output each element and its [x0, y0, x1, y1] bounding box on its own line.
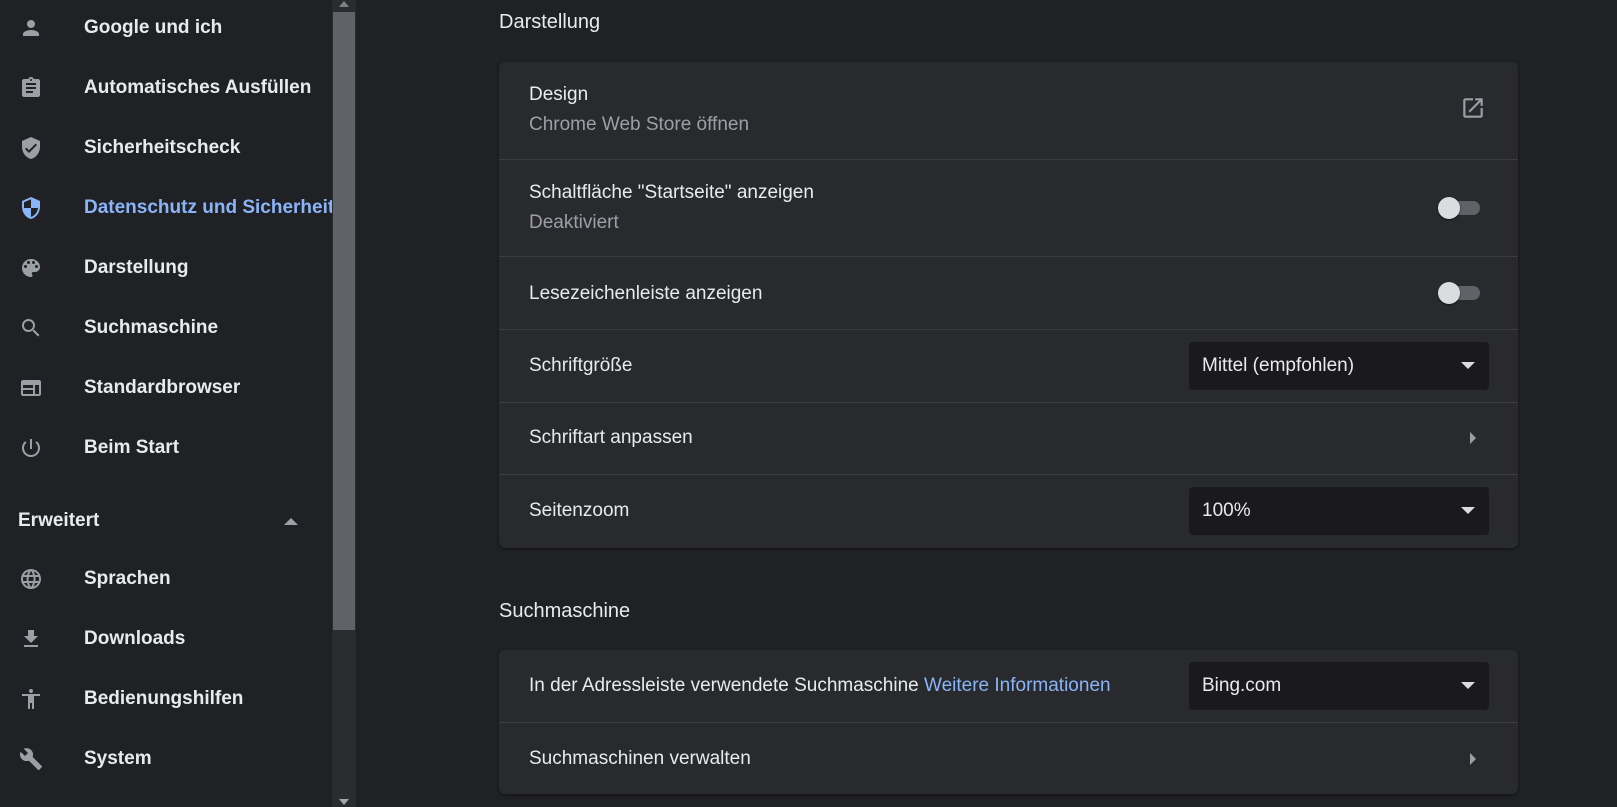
design-title: Design — [529, 84, 589, 105]
search-icon — [19, 316, 43, 340]
shield-half-icon — [19, 196, 43, 220]
sidebar-item-label: Bedienungshilfen — [84, 688, 244, 709]
sidebar-item-label: Downloads — [84, 628, 186, 649]
appearance-card: Design Chrome Web Store öffnen Schaltflä… — [499, 62, 1518, 548]
sidebar-item-on-startup[interactable]: Beim Start — [0, 426, 332, 470]
font-size-value: Mittel (empfohlen) — [1202, 355, 1355, 376]
search-engine-value: Bing.com — [1202, 675, 1282, 696]
home-button-title: Schaltfläche "Startseite" anzeigen — [529, 182, 814, 203]
page-zoom-value: 100% — [1202, 500, 1251, 521]
download-icon — [19, 627, 43, 651]
globe-icon — [19, 567, 43, 591]
home-button-row: Schaltfläche "Startseite" anzeigen Deakt… — [499, 159, 1518, 256]
accessibility-icon — [19, 687, 43, 711]
sidebar-item-label: Google und ich — [84, 17, 223, 38]
person-icon — [19, 16, 43, 40]
scroll-up-arrow-icon[interactable] — [339, 1, 349, 7]
sidebar-item-label: Sicherheitscheck — [84, 137, 241, 158]
section-title-appearance: Darstellung — [499, 11, 601, 33]
sidebar-item-safety-check[interactable]: Sicherheitscheck — [0, 126, 332, 170]
page-zoom-select[interactable]: 100% — [1189, 487, 1489, 535]
sidebar-item-privacy-security[interactable]: Datenschutz und Sicherheit — [0, 186, 335, 230]
scroll-down-arrow-icon[interactable] — [339, 799, 349, 805]
address-bar-engine-label: In der Adressleiste verwendete Suchmasch… — [529, 675, 919, 696]
manage-search-engines-row[interactable]: Suchmaschinen verwalten — [499, 722, 1518, 794]
section-title-search-engine: Suchmaschine — [499, 600, 631, 622]
palette-icon — [19, 256, 43, 280]
sidebar: Google und ich Automatisches Ausfüllen S… — [0, 0, 335, 807]
font-size-select[interactable]: Mittel (empfohlen) — [1189, 342, 1489, 390]
wrench-icon — [19, 747, 43, 771]
sidebar-item-system[interactable]: System — [0, 737, 332, 781]
page-zoom-title: Seitenzoom — [529, 500, 630, 521]
bookmarks-bar-row: Lesezeichenleiste anzeigen — [499, 256, 1518, 329]
search-engine-card: In der Adressleiste verwendete Suchmasch… — [499, 650, 1518, 794]
scrollbar-thumb[interactable] — [333, 12, 355, 630]
sidebar-item-autofill[interactable]: Automatisches Ausfüllen — [0, 66, 332, 110]
chevron-right-icon — [1470, 753, 1476, 765]
address-bar-engine-title: In der Adressleiste verwendete Suchmasch… — [529, 675, 1111, 697]
sidebar-item-label: Sprachen — [84, 568, 171, 589]
sidebar-item-downloads[interactable]: Downloads — [0, 617, 332, 661]
sidebar-item-label: Beim Start — [84, 437, 180, 458]
sidebar-item-appearance[interactable]: Darstellung — [0, 246, 332, 290]
font-size-title: Schriftgröße — [529, 355, 633, 376]
sidebar-item-label: Darstellung — [84, 257, 189, 278]
sidebar-item-languages[interactable]: Sprachen — [0, 557, 332, 601]
sidebar-scrollbar[interactable] — [332, 0, 356, 807]
shield-check-icon — [19, 136, 43, 160]
toggle-knob — [1438, 197, 1460, 219]
home-button-toggle[interactable] — [1438, 189, 1484, 225]
open-in-new-icon[interactable] — [1460, 95, 1486, 121]
search-engine-select[interactable]: Bing.com — [1189, 662, 1489, 710]
sidebar-item-label: Suchmaschine — [84, 317, 219, 338]
advanced-section-toggle[interactable]: Erweitert — [0, 498, 332, 542]
design-subtitle: Chrome Web Store öffnen — [529, 114, 750, 135]
power-icon — [19, 436, 43, 460]
browser-window-icon — [19, 376, 43, 400]
home-button-status: Deaktiviert — [529, 212, 619, 233]
sidebar-item-accessibility[interactable]: Bedienungshilfen — [0, 677, 332, 721]
dropdown-arrow-icon — [1461, 362, 1475, 369]
customize-fonts-row[interactable]: Schriftart anpassen — [499, 402, 1518, 474]
address-bar-engine-row: In der Adressleiste verwendete Suchmasch… — [499, 650, 1518, 722]
sidebar-item-google-und-ich[interactable]: Google und ich — [0, 6, 332, 50]
sidebar-item-default-browser[interactable]: Standardbrowser — [0, 366, 332, 410]
dropdown-arrow-icon — [1461, 682, 1475, 689]
toggle-knob — [1438, 282, 1460, 304]
learn-more-link[interactable]: Weitere Informationen — [924, 675, 1111, 696]
manage-search-engines-title: Suchmaschinen verwalten — [529, 748, 751, 769]
sidebar-item-label: Datenschutz und Sicherheit — [84, 197, 335, 218]
customize-fonts-title: Schriftart anpassen — [529, 427, 693, 448]
chevron-up-icon — [284, 518, 298, 525]
dropdown-arrow-icon — [1461, 507, 1475, 514]
chevron-right-icon — [1470, 432, 1476, 444]
sidebar-item-search-engine[interactable]: Suchmaschine — [0, 306, 332, 350]
bookmarks-bar-title: Lesezeichenleiste anzeigen — [529, 283, 763, 304]
font-size-row: Schriftgröße Mittel (empfohlen) — [499, 329, 1518, 402]
sidebar-item-label: Standardbrowser — [84, 377, 241, 398]
page-zoom-row: Seitenzoom 100% — [499, 474, 1518, 548]
advanced-label: Erweitert — [18, 510, 100, 531]
bookmarks-bar-toggle[interactable] — [1438, 274, 1484, 310]
sidebar-item-label: Automatisches Ausfüllen — [84, 77, 312, 98]
sidebar-item-label: System — [84, 748, 152, 769]
clipboard-icon — [19, 76, 43, 100]
design-row[interactable]: Design Chrome Web Store öffnen — [499, 62, 1518, 159]
